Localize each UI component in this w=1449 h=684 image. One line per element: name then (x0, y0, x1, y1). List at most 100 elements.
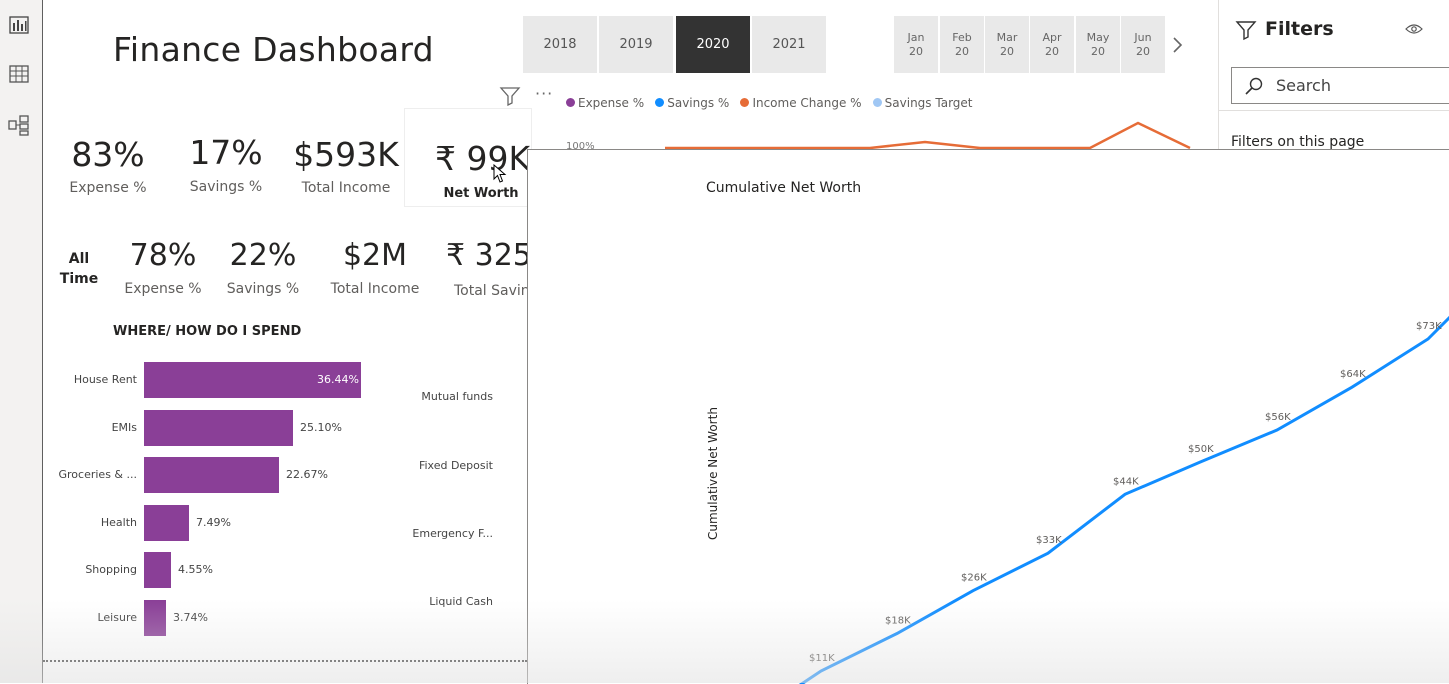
month-name: Jan (907, 30, 925, 44)
legend-label: Savings % (667, 95, 730, 110)
model-view-icon[interactable] (8, 114, 30, 136)
networth-line[interactable] (791, 309, 1449, 684)
spend-bar[interactable] (144, 505, 189, 541)
month-name: Apr (1042, 30, 1062, 44)
legend-item[interactable]: Savings % (655, 96, 729, 110)
line-data-label: $44K (1113, 476, 1139, 487)
alltime-income-label: Total Income (330, 281, 420, 297)
spend-bar[interactable] (144, 600, 166, 636)
all-time-label-line1: All (68, 251, 90, 267)
alltime-savings-label: Savings % (226, 281, 300, 297)
trend-legend: Expense % Savings % Income Change % Savi… (566, 92, 979, 111)
page-title: Finance Dashboard (113, 30, 434, 69)
alltime-income-value: $2M (342, 238, 408, 273)
month-button[interactable]: Apr 20 (1030, 16, 1074, 73)
line-data-label: $64K (1340, 369, 1366, 380)
spend-bar[interactable] (144, 410, 293, 446)
spend-chart-title: WHERE/ HOW DO I SPEND (113, 324, 302, 339)
kpi-networth-value: ₹ 99K (435, 139, 531, 178)
mouse-cursor-icon (493, 164, 507, 183)
spend-bar[interactable] (144, 552, 171, 588)
line-data-label: $50K (1188, 444, 1214, 455)
month-name: Jun (1134, 30, 1152, 44)
table-view-icon[interactable] (8, 63, 30, 85)
search-placeholder: Search (1276, 76, 1331, 95)
legend-dot-icon (655, 98, 665, 107)
legend-dot-icon (566, 98, 575, 107)
bar-category-label: House Rent (73, 373, 137, 386)
legend-label: Income Change % (752, 95, 862, 110)
month-year: 20 (1045, 44, 1059, 58)
filters-search-input[interactable]: Search (1231, 67, 1449, 104)
year-2021-button[interactable]: 2021 (752, 16, 826, 73)
month-year: 20 (1136, 44, 1150, 58)
bar-category-label: Groceries & ... (58, 468, 138, 481)
investment-label: Fixed Deposit (418, 459, 493, 472)
eye-icon[interactable] (1405, 22, 1423, 36)
kpi-income-label: Total Income (301, 180, 391, 196)
investment-label: Emergency F... (412, 527, 493, 540)
month-button[interactable]: Jun 20 (1121, 16, 1165, 73)
investment-label: Liquid Cash (429, 595, 493, 608)
month-button[interactable]: Jan 20 (894, 16, 938, 73)
month-year: 20 (955, 44, 969, 58)
line-data-label: $11K (809, 653, 835, 664)
month-name: Mar (996, 30, 1018, 44)
legend-dot-icon (872, 98, 882, 107)
cumulative-line-chart: $11K $18K $26K $33K $44K $50K $56K $64K $73K (791, 309, 1449, 684)
month-button[interactable]: Feb 20 (940, 16, 984, 73)
kpi-expense-value: 83% (71, 135, 145, 174)
kpi-expense-label: Expense % (69, 180, 147, 196)
legend-item[interactable]: Savings Target (872, 95, 973, 110)
report-view-icon[interactable] (8, 14, 30, 36)
alltime-savings-value: 22% (229, 238, 297, 273)
net-worth-card[interactable]: ₹ 99K Net Worth (404, 108, 532, 207)
line-data-label: $18K (885, 616, 911, 627)
line-data-label: $26K (961, 573, 987, 584)
bar-category-label: EMIs (111, 421, 137, 434)
legend-dot-icon (740, 98, 750, 107)
month-year: 20 (1091, 44, 1105, 58)
bar-data-label: 3.74% (173, 611, 208, 624)
month-name: May (1086, 30, 1110, 44)
bar-data-label: 4.55% (178, 563, 213, 576)
legend-label: Savings Target (884, 95, 973, 110)
bar-category-label: Health (100, 516, 137, 529)
kpi-income-value: $593K (293, 135, 399, 174)
cumulative-networth-visual: Cumulative Net Worth Cumulative Net Wort… (527, 149, 1449, 684)
income-change-line (665, 121, 1191, 150)
month-year: 20 (909, 44, 923, 58)
spend-bar[interactable] (144, 457, 279, 493)
investment-label: Mutual funds (421, 390, 493, 403)
filters-title: Filters (1265, 18, 1334, 40)
filters-section-title: Filters on this page (1231, 134, 1365, 150)
bar-data-label: 25.10% (300, 421, 342, 434)
alltime-saving-label: Total Saving (454, 283, 539, 299)
year-2018-button[interactable]: 2018 (523, 16, 597, 73)
chevron-right-icon[interactable] (1170, 36, 1184, 54)
month-year: 20 (1000, 44, 1014, 58)
alltime-expense-label: Expense % (124, 281, 202, 297)
year-2019-button[interactable]: 2019 (599, 16, 673, 73)
line-data-label: $33K (1036, 535, 1062, 546)
divider (43, 660, 527, 662)
filter-icon[interactable] (499, 86, 521, 106)
line-data-label: $73K (1416, 321, 1442, 332)
all-time-label: All Time (56, 249, 102, 289)
month-name: Feb (952, 30, 972, 44)
legend-item[interactable]: Expense % (566, 96, 644, 110)
bar-category-label: Shopping (85, 563, 137, 576)
kpi-savings-value: 17% (189, 133, 263, 172)
search-icon (1245, 77, 1263, 95)
kpi-savings-label: Savings % (189, 179, 263, 195)
more-options-icon[interactable]: ··· (535, 84, 553, 103)
line-data-label: $56K (1265, 412, 1291, 423)
bar-data-label: 36.44% (317, 373, 359, 386)
bar-data-label: 22.67% (286, 468, 328, 481)
bar-data-label: 7.49% (196, 516, 231, 529)
all-time-label-line2: Time (59, 271, 99, 287)
month-button[interactable]: Mar 20 (985, 16, 1029, 73)
month-button[interactable]: May 20 (1076, 16, 1120, 73)
year-2020-button[interactable]: 2020 (676, 16, 750, 73)
legend-item[interactable]: Income Change % (740, 95, 862, 110)
